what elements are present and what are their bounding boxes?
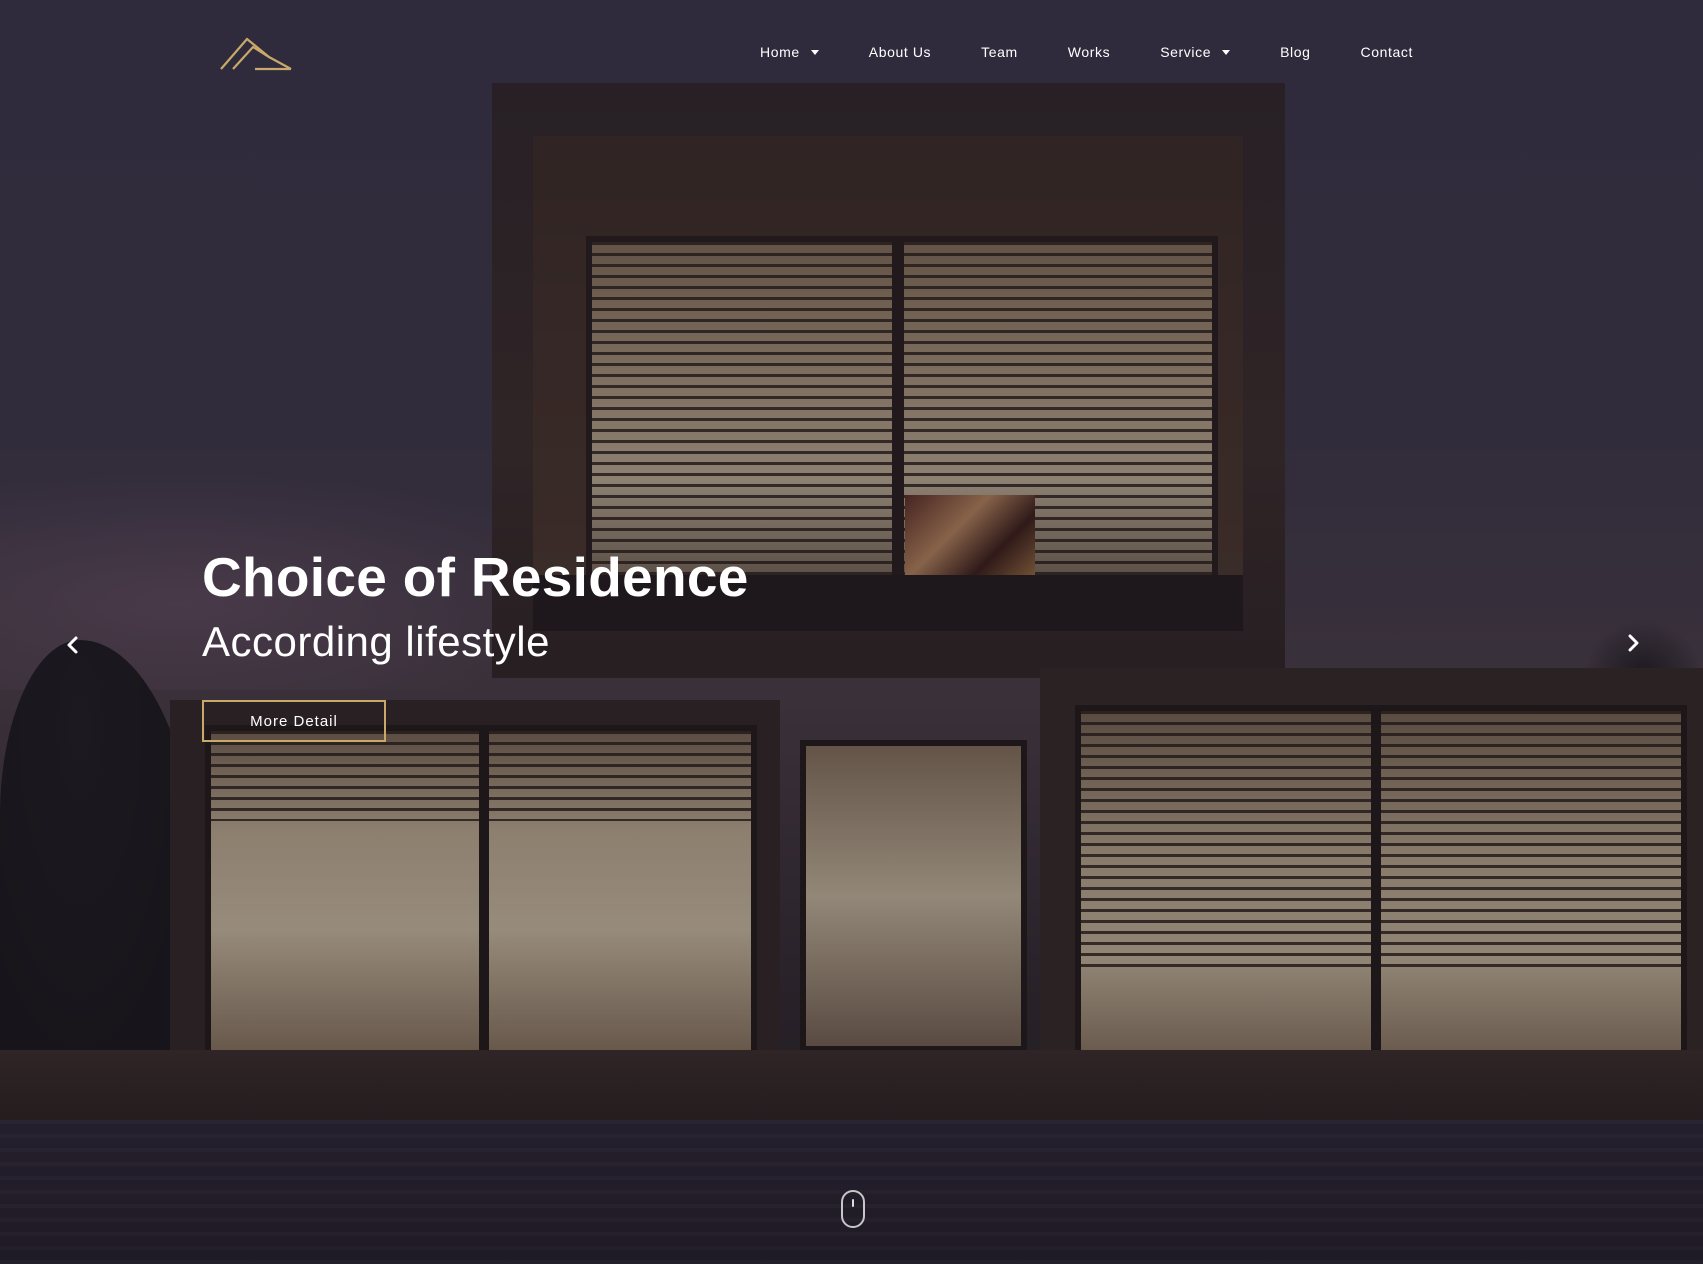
hero-title: Choice of Residence xyxy=(202,546,749,608)
nav-item-label: Works xyxy=(1067,44,1111,60)
scroll-wheel xyxy=(852,1199,854,1207)
nav-item-team[interactable]: Team xyxy=(981,44,1018,60)
nav-item-about-us[interactable]: About Us xyxy=(869,44,931,60)
nav-item-blog[interactable]: Blog xyxy=(1280,44,1310,60)
mouse-scroll-icon[interactable] xyxy=(841,1190,865,1228)
hero-section: Home About Us Team Works Service Blog Co… xyxy=(0,0,1703,1264)
chevron-right-icon xyxy=(1628,634,1639,652)
mountain-roof-logo-icon[interactable] xyxy=(219,35,293,71)
navbar: Home About Us Team Works Service Blog Co… xyxy=(0,0,1703,104)
carousel-next-button[interactable] xyxy=(1618,628,1648,658)
hero-subtitle: According lifestyle xyxy=(202,618,550,665)
chevron-left-icon xyxy=(67,636,78,654)
nav-item-service[interactable]: Service xyxy=(1160,44,1231,60)
nav-item-label: About Us xyxy=(868,44,932,60)
nav-item-label: Blog xyxy=(1280,44,1311,60)
nav-menu: Home About Us Team Works Service Blog Co… xyxy=(760,40,1413,64)
nav-item-label: Home xyxy=(760,44,800,60)
nav-item-label: Contact xyxy=(1360,44,1413,60)
caret-down-icon xyxy=(1222,49,1231,55)
more-detail-button[interactable]: More Detail xyxy=(202,700,386,742)
carousel-prev-button[interactable] xyxy=(58,630,88,660)
nav-item-label: Team xyxy=(981,44,1018,60)
caret-down-icon xyxy=(810,49,819,55)
nav-item-contact[interactable]: Contact xyxy=(1361,44,1413,60)
nav-item-label: Service xyxy=(1160,44,1212,60)
nav-item-works[interactable]: Works xyxy=(1068,44,1110,60)
nav-item-home[interactable]: Home xyxy=(760,44,819,60)
